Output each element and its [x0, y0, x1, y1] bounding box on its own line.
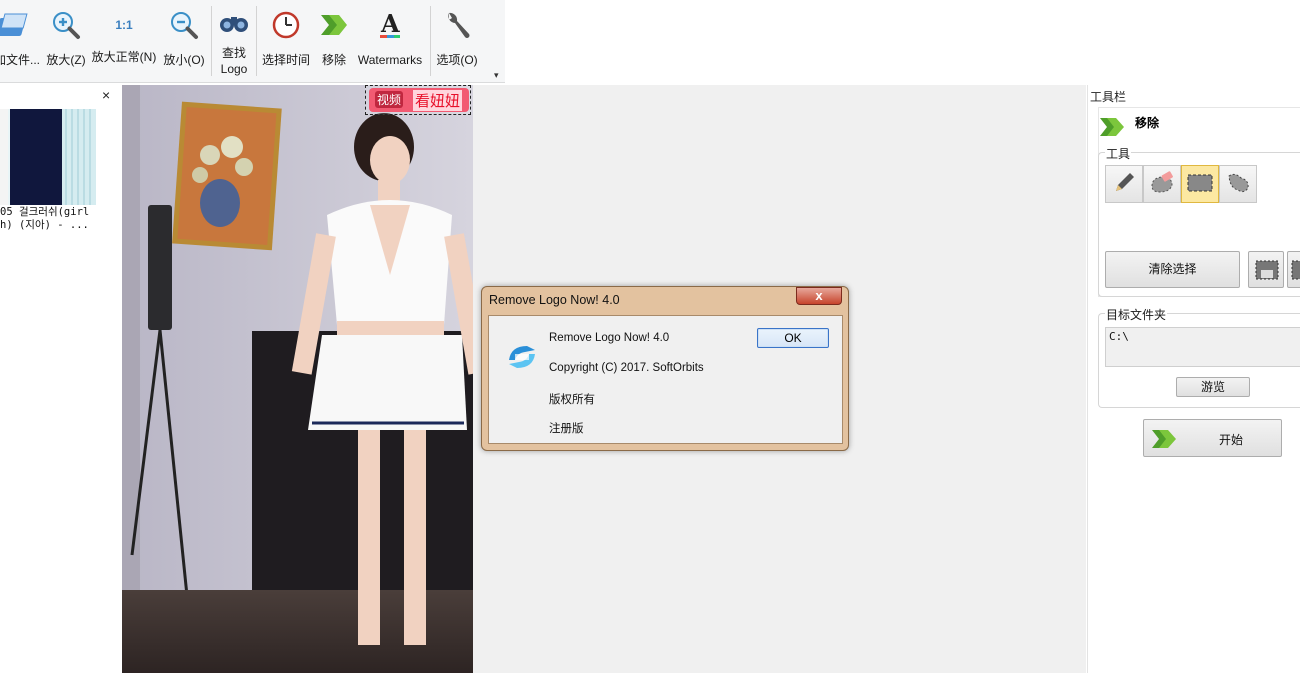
watermark-text: 看妞妞: [413, 90, 463, 111]
dialog-copyright: Copyright (C) 2017. SoftOrbits: [549, 362, 704, 374]
save-selection-button[interactable]: [1248, 251, 1284, 288]
target-folder-group: 目标文件夹 C:\ 游览: [1098, 306, 1300, 408]
start-button[interactable]: 开始: [1143, 419, 1282, 457]
options-button[interactable]: 选项(O): [433, 0, 481, 80]
toolbox-title: 工具栏: [1090, 90, 1127, 104]
watermark-badge: 视频: [375, 91, 404, 108]
load-selection-icon: [1291, 260, 1300, 283]
add-files-button[interactable]: 加文件...: [0, 0, 42, 80]
find-logo-label: 查找 Logo: [213, 45, 255, 77]
logo-selection-rectangle[interactable]: 视频 看妞妞: [365, 85, 471, 115]
photo-preview[interactable]: 视频 看妞妞: [122, 85, 473, 673]
watermarks-label: Watermarks: [357, 53, 423, 67]
app-logo-icon: [505, 340, 539, 377]
toolbar-overflow-icon[interactable]: ▾: [494, 70, 504, 80]
save-selection-icon: [1255, 260, 1279, 283]
zoom-out-icon: [167, 8, 201, 42]
close-button[interactable]: x: [796, 287, 842, 305]
thumbnail-image[interactable]: [0, 109, 96, 205]
ok-button[interactable]: OK: [757, 328, 829, 348]
find-logo-label-line2: Logo: [220, 62, 248, 76]
select-time-label: 选择时间: [261, 53, 310, 67]
eraser-icon: [1148, 170, 1176, 199]
browse-button[interactable]: 游览: [1176, 377, 1250, 397]
tools-group-label: 工具: [1105, 145, 1132, 162]
toolbar-separator: [211, 6, 212, 76]
green-arrow-icon: [317, 8, 351, 42]
remove-button[interactable]: 移除: [315, 0, 353, 80]
about-dialog: Remove Logo Now! 4.0 x Remove Logo Now! …: [481, 286, 849, 451]
target-folder-input[interactable]: C:\: [1105, 327, 1300, 367]
eraser-tool-button[interactable]: [1143, 165, 1181, 203]
zoom-in-button[interactable]: 放大(Z): [44, 0, 88, 80]
zoom-out-button[interactable]: 放小(O): [161, 0, 207, 80]
load-selection-button[interactable]: [1287, 251, 1300, 288]
binoculars-icon: [217, 6, 251, 40]
thumbnail-panel: × 05 걸크러쉬(girl h) (지아) - ...: [0, 85, 121, 673]
zoom-in-label: 放大(Z): [46, 53, 86, 67]
add-files-icon: [0, 8, 34, 42]
dialog-registration: 注册版: [549, 423, 584, 435]
zoom-in-icon: [49, 8, 83, 42]
lasso-tool-button[interactable]: [1219, 165, 1257, 203]
lasso-icon: [1224, 170, 1252, 199]
thumbnail-caption-line2: h) (지아) - ...: [0, 219, 89, 231]
zoom-normal-label: 放大正常(N): [91, 50, 157, 64]
mode-label: 移除: [1135, 116, 1160, 130]
pencil-icon: [1111, 170, 1137, 199]
text-watermark-icon: A: [373, 8, 407, 42]
toolbar-separator: [430, 6, 431, 76]
start-label: 开始: [1219, 433, 1244, 447]
clock-icon: [269, 8, 303, 42]
options-label: 选项(O): [436, 53, 478, 67]
select-time-button[interactable]: 选择时间: [259, 0, 313, 80]
find-logo-button[interactable]: 查找 Logo: [213, 0, 255, 80]
thumbnail-caption-line1: 05 걸크러쉬(girl: [0, 206, 90, 218]
watermark-logo: 视频 看妞妞: [369, 88, 469, 112]
green-arrow-icon: [1150, 427, 1178, 454]
zoom-normal-icon: 1:1: [115, 18, 133, 32]
close-icon[interactable]: ×: [102, 87, 110, 103]
dialog-product-name: Remove Logo Now! 4.0: [549, 332, 670, 344]
clear-selection-button[interactable]: 清除选择: [1105, 251, 1240, 288]
dialog-rights: 版权所有: [549, 394, 595, 406]
add-files-label: 加文件...: [0, 53, 40, 67]
zoom-out-label: 放小(O): [163, 53, 205, 67]
remove-label: 移除: [321, 53, 346, 67]
dialog-title: Remove Logo Now! 4.0: [489, 293, 620, 307]
toolbar-separator: [256, 6, 257, 76]
rect-select-icon: [1186, 172, 1214, 197]
thumbnail-caption: 05 걸크러쉬(girl h) (지아) - ...: [0, 206, 120, 232]
tools-group: 工具 清除选择: [1098, 145, 1300, 297]
find-logo-label-line1: 查找: [221, 46, 246, 60]
watermarks-button[interactable]: A Watermarks: [354, 0, 426, 80]
svg-text:A: A: [380, 10, 400, 38]
green-arrow-icon: [1098, 115, 1126, 142]
toolbar: 加文件... 放大(Z) 1:1 放大正常(N) 放小(O) 查找 Logo 选…: [0, 0, 505, 83]
dialog-body: Remove Logo Now! 4.0 Copyright (C) 2017.…: [488, 315, 843, 444]
pencil-tool-button[interactable]: [1105, 165, 1143, 203]
rect-select-tool-button[interactable]: [1181, 165, 1219, 203]
target-folder-label: 目标文件夹: [1105, 306, 1168, 323]
close-icon: x: [815, 288, 823, 303]
zoom-normal-button[interactable]: 1:1 放大正常(N): [89, 0, 159, 80]
wrench-icon: [440, 8, 474, 42]
toolbox-panel: 工具栏 移除 工具 清除选择 目标文件夹 C:\ 游览 开始: [1087, 85, 1300, 673]
